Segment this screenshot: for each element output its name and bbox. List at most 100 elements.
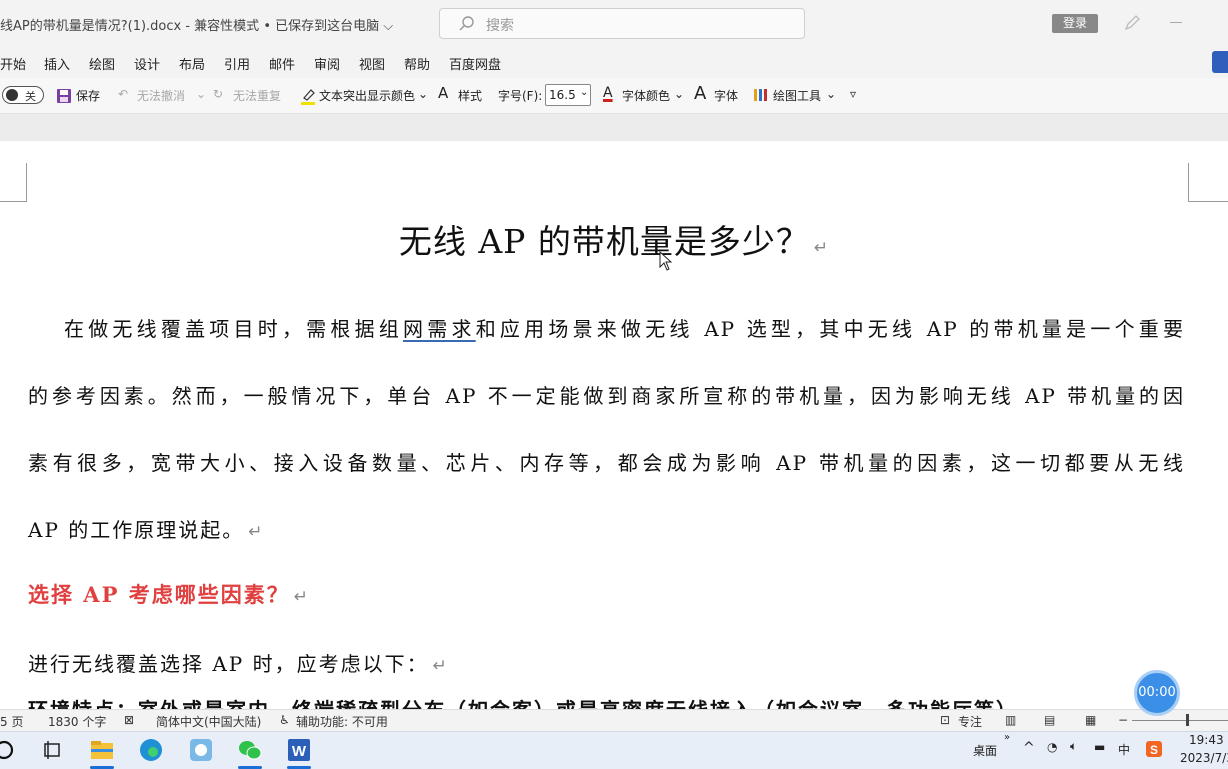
text-run: 进行无线覆盖选择 AP 时，应考虑以下： xyxy=(28,652,429,676)
svg-text:W: W xyxy=(292,743,307,760)
zoom-slider[interactable] xyxy=(1132,720,1228,721)
ime-indicator[interactable]: 中 xyxy=(1118,741,1130,758)
save-button[interactable]: 保存 xyxy=(76,87,100,104)
tab-draw[interactable]: 绘图 xyxy=(89,54,115,73)
margin-corner-right xyxy=(1188,163,1228,202)
app-icon[interactable] xyxy=(188,737,214,763)
tab-baidu-netdisk[interactable]: 百度网盘 xyxy=(449,54,501,73)
volume-icon[interactable]: 🔈︎ xyxy=(1070,739,1077,754)
print-layout-icon[interactable]: ▤ xyxy=(1044,713,1055,727)
drawing-tools-button[interactable]: 绘图工具 xyxy=(773,87,821,104)
chevron-down-icon: ⌄ xyxy=(580,87,589,98)
document-page[interactable]: 无线 AP 的带机量是多少？ ↵ 在做无线覆盖项目时，需根据组网需求和应用场景来做… xyxy=(0,141,1228,709)
paragraph-1-line-3: 素有很多，宽带大小、接入设备数量、芯片、内存等，都会成为影响 AP 带机量的因素… xyxy=(28,451,1185,475)
minimize-icon[interactable] xyxy=(1170,22,1182,23)
undo-dropdown-icon[interactable]: ⌄ xyxy=(196,87,206,101)
styles-button[interactable]: 样式 xyxy=(458,87,482,104)
clock-date[interactable]: 2023/7/3 xyxy=(1180,751,1228,765)
tab-references[interactable]: 引用 xyxy=(224,54,250,73)
paragraph-mark: ↵ xyxy=(248,522,265,542)
tab-home[interactable]: 开始 xyxy=(0,54,26,73)
read-mode-icon[interactable]: ▥ xyxy=(1005,713,1016,727)
web-layout-icon[interactable]: ▦ xyxy=(1085,713,1096,727)
share-button[interactable] xyxy=(1212,51,1228,73)
tab-view[interactable]: 视图 xyxy=(359,54,385,73)
file-explorer-icon[interactable] xyxy=(89,737,115,763)
section-heading-text: 选择 AP 考虑哪些因素？ xyxy=(28,582,290,607)
edge-browser-icon[interactable] xyxy=(138,737,164,763)
taskbar: W 桌面 » ^ ◔ 🔈︎ ▬ 中 S 19:43 2023/7/3 xyxy=(0,731,1228,769)
autosave-toggle[interactable]: 关 xyxy=(2,86,44,104)
paragraph-1-line-2: 的参考因素。然而，一般情况下，单台 AP 不一定能做到商家所宣称的带机量，因为影… xyxy=(28,384,1185,408)
text-run: 在做无线覆盖项目时，需根据组 xyxy=(64,317,404,341)
desktop-toolbar[interactable]: 桌面 xyxy=(973,742,997,759)
focus-mode-button[interactable]: 专注 xyxy=(958,713,982,730)
page-count[interactable]: 5 页 xyxy=(0,713,23,730)
tab-layout[interactable]: 布局 xyxy=(179,54,205,73)
undo-button[interactable]: 无法撤消 xyxy=(137,87,185,104)
accessibility-status[interactable]: 辅助功能: 不可用 xyxy=(296,713,388,730)
search-icon xyxy=(459,16,474,31)
sogou-ime-icon[interactable]: S xyxy=(1145,740,1163,758)
margin-corner-left xyxy=(0,163,27,202)
word-icon[interactable]: W xyxy=(286,737,312,763)
font-button[interactable]: 字体 xyxy=(714,87,738,104)
login-button[interactable]: 登录 xyxy=(1052,14,1098,33)
document-background xyxy=(0,114,1228,141)
drawing-tools-icon xyxy=(754,89,767,101)
word-count[interactable]: 1830 个字 xyxy=(48,713,106,730)
document-heading: 无线 AP 的带机量是多少？ ↵ xyxy=(0,215,1228,263)
paragraph-mark: ↵ xyxy=(293,587,310,607)
highlight-button[interactable]: 文本突出显示颜色 xyxy=(319,87,415,104)
font-size-select[interactable]: 16.5 ⌄ xyxy=(545,84,591,106)
focus-icon: ⊡ xyxy=(940,713,951,727)
save-icon xyxy=(57,89,71,103)
tab-insert[interactable]: 插入 xyxy=(44,54,70,73)
tab-review[interactable]: 审阅 xyxy=(314,54,340,73)
battery-icon[interactable]: ▬ xyxy=(1094,740,1105,754)
drawing-tools-dropdown-icon[interactable]: ⌄ xyxy=(826,87,836,101)
tab-design[interactable]: 设计 xyxy=(134,54,160,73)
paragraph-mark: ↵ xyxy=(813,238,830,258)
autosave-label: 关 xyxy=(25,90,36,103)
chevron-up-icon[interactable]: ^ xyxy=(1023,740,1035,756)
heading-text: 无线 AP 的带机量是多少？ xyxy=(398,222,810,261)
font-color-icon: A xyxy=(603,85,613,101)
text-run: 环境特点：室外或是室内，终端稀疏型分布（如会客）或是高密度无线接入（如会议室、多… xyxy=(28,698,1018,709)
ribbon-tabs: 开始 插入 绘图 设计 布局 引用 邮件 审阅 视图 帮助 百度网盘 xyxy=(0,48,1228,78)
wechat-icon[interactable] xyxy=(237,737,263,763)
paragraph-1-line-1: 在做无线覆盖项目时，需根据组网需求和应用场景来做无线 AP 选型，其中无线 AP… xyxy=(64,313,1185,342)
paragraph-mark: ↵ xyxy=(432,656,449,676)
undo-icon: ↶ xyxy=(118,87,129,101)
font-color-button[interactable]: 字体颜色 xyxy=(622,87,670,104)
pen-icon[interactable] xyxy=(1122,13,1142,33)
tab-mailings[interactable]: 邮件 xyxy=(269,54,295,73)
zoom-out-icon[interactable]: − xyxy=(1118,713,1128,727)
text-run: AP 的工作原理说起。 xyxy=(28,518,245,542)
accessibility-icon: ♿ xyxy=(279,713,290,727)
font-color-dropdown-icon[interactable]: ⌄ xyxy=(674,87,684,101)
toolbar-expand-icon[interactable]: » xyxy=(1004,732,1010,743)
proofing-icon[interactable]: ⊠ xyxy=(124,713,134,727)
font-icon: A xyxy=(694,83,707,104)
tab-help[interactable]: 帮助 xyxy=(404,54,430,73)
zoom-slider-thumb[interactable] xyxy=(1186,714,1189,726)
redo-button[interactable]: 无法重复 xyxy=(233,87,281,104)
status-bar: 5 页 1830 个字 ⊠ 简体中文(中国大陆) ♿ 辅助功能: 不可用 ⊡ 专… xyxy=(0,709,1228,732)
recording-timer[interactable]: 00:00 xyxy=(1134,670,1180,716)
quick-toolbar: 关 保存 ↶ 无法撤消 ⌄ ↻ 无法重复 文本突出显示颜色 ⌄ A 样式 字号(… xyxy=(0,78,1228,114)
section-heading: 选择 AP 考虑哪些因素？ ↵ xyxy=(28,579,310,609)
network-icon[interactable]: ◔ xyxy=(1047,740,1057,754)
highlight-dropdown-icon[interactable]: ⌄ xyxy=(418,87,428,101)
task-view-icon[interactable] xyxy=(40,737,66,763)
search-input[interactable]: 搜索 xyxy=(439,8,805,39)
language-indicator[interactable]: 简体中文(中国大陆) xyxy=(156,713,261,730)
start-search-icon[interactable] xyxy=(0,737,20,763)
document-title: 线AP的带机量是情况?(1).docx - 兼容性模式 • 已保存到这台电脑 ⌵ xyxy=(0,19,394,34)
text-run: 和应用场景来做无线 AP 选型，其中无线 AP 的带机量是一个重要 xyxy=(475,317,1186,341)
font-size-label: 字号(F): xyxy=(498,89,543,103)
title-bar: 线AP的带机量是情况?(1).docx - 兼容性模式 • 已保存到这台电脑 ⌵… xyxy=(0,0,1228,48)
mouse-cursor-icon xyxy=(659,251,673,271)
customize-toolbar-icon[interactable]: ▿ xyxy=(850,87,856,101)
clock-time[interactable]: 19:43 xyxy=(1189,733,1224,747)
